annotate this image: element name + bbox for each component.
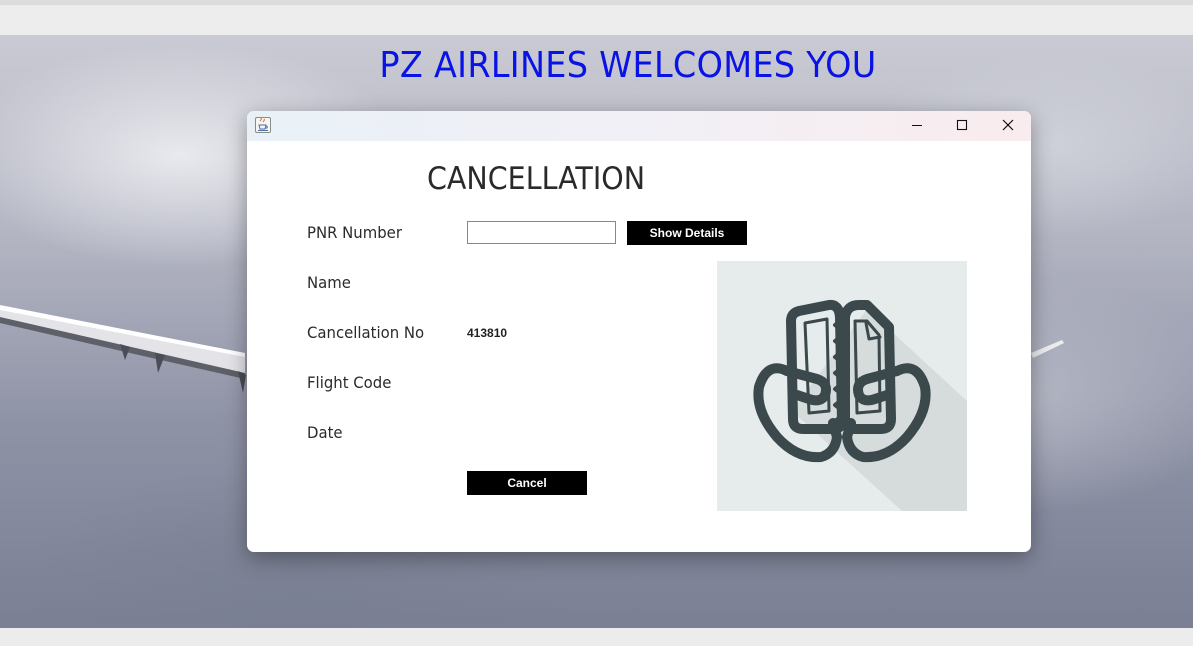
pnr-label: PNR Number bbox=[307, 223, 402, 242]
cancel-button[interactable]: Cancel bbox=[467, 471, 587, 495]
ticket-cancel-illustration bbox=[717, 261, 967, 511]
name-label: Name bbox=[307, 273, 351, 292]
show-details-button[interactable]: Show Details bbox=[627, 221, 747, 245]
top-bar bbox=[0, 5, 1193, 35]
cancellation-no-value: 413810 bbox=[467, 326, 508, 340]
flight-code-label: Flight Code bbox=[307, 373, 392, 392]
cancellation-dialog: CANCELLATION PNR Number Show Details Nam… bbox=[247, 111, 1031, 552]
pnr-input[interactable] bbox=[467, 221, 616, 244]
dialog-titlebar[interactable] bbox=[247, 111, 1031, 141]
date-label: Date bbox=[307, 423, 343, 442]
torn-ticket-icon bbox=[753, 299, 967, 511]
minimize-button[interactable] bbox=[894, 111, 940, 141]
minimize-icon bbox=[912, 124, 922, 127]
java-app-icon bbox=[255, 117, 271, 133]
dialog-title: CANCELLATION bbox=[427, 161, 646, 197]
maximize-button[interactable] bbox=[939, 111, 985, 141]
close-icon bbox=[1002, 119, 1014, 131]
close-button[interactable] bbox=[985, 111, 1031, 141]
cancellation-no-label: Cancellation No bbox=[307, 323, 425, 342]
maximize-icon bbox=[956, 119, 968, 131]
bottom-bar bbox=[0, 628, 1193, 646]
welcome-heading: PZ AIRLINES WELCOMES YOU bbox=[379, 45, 877, 86]
